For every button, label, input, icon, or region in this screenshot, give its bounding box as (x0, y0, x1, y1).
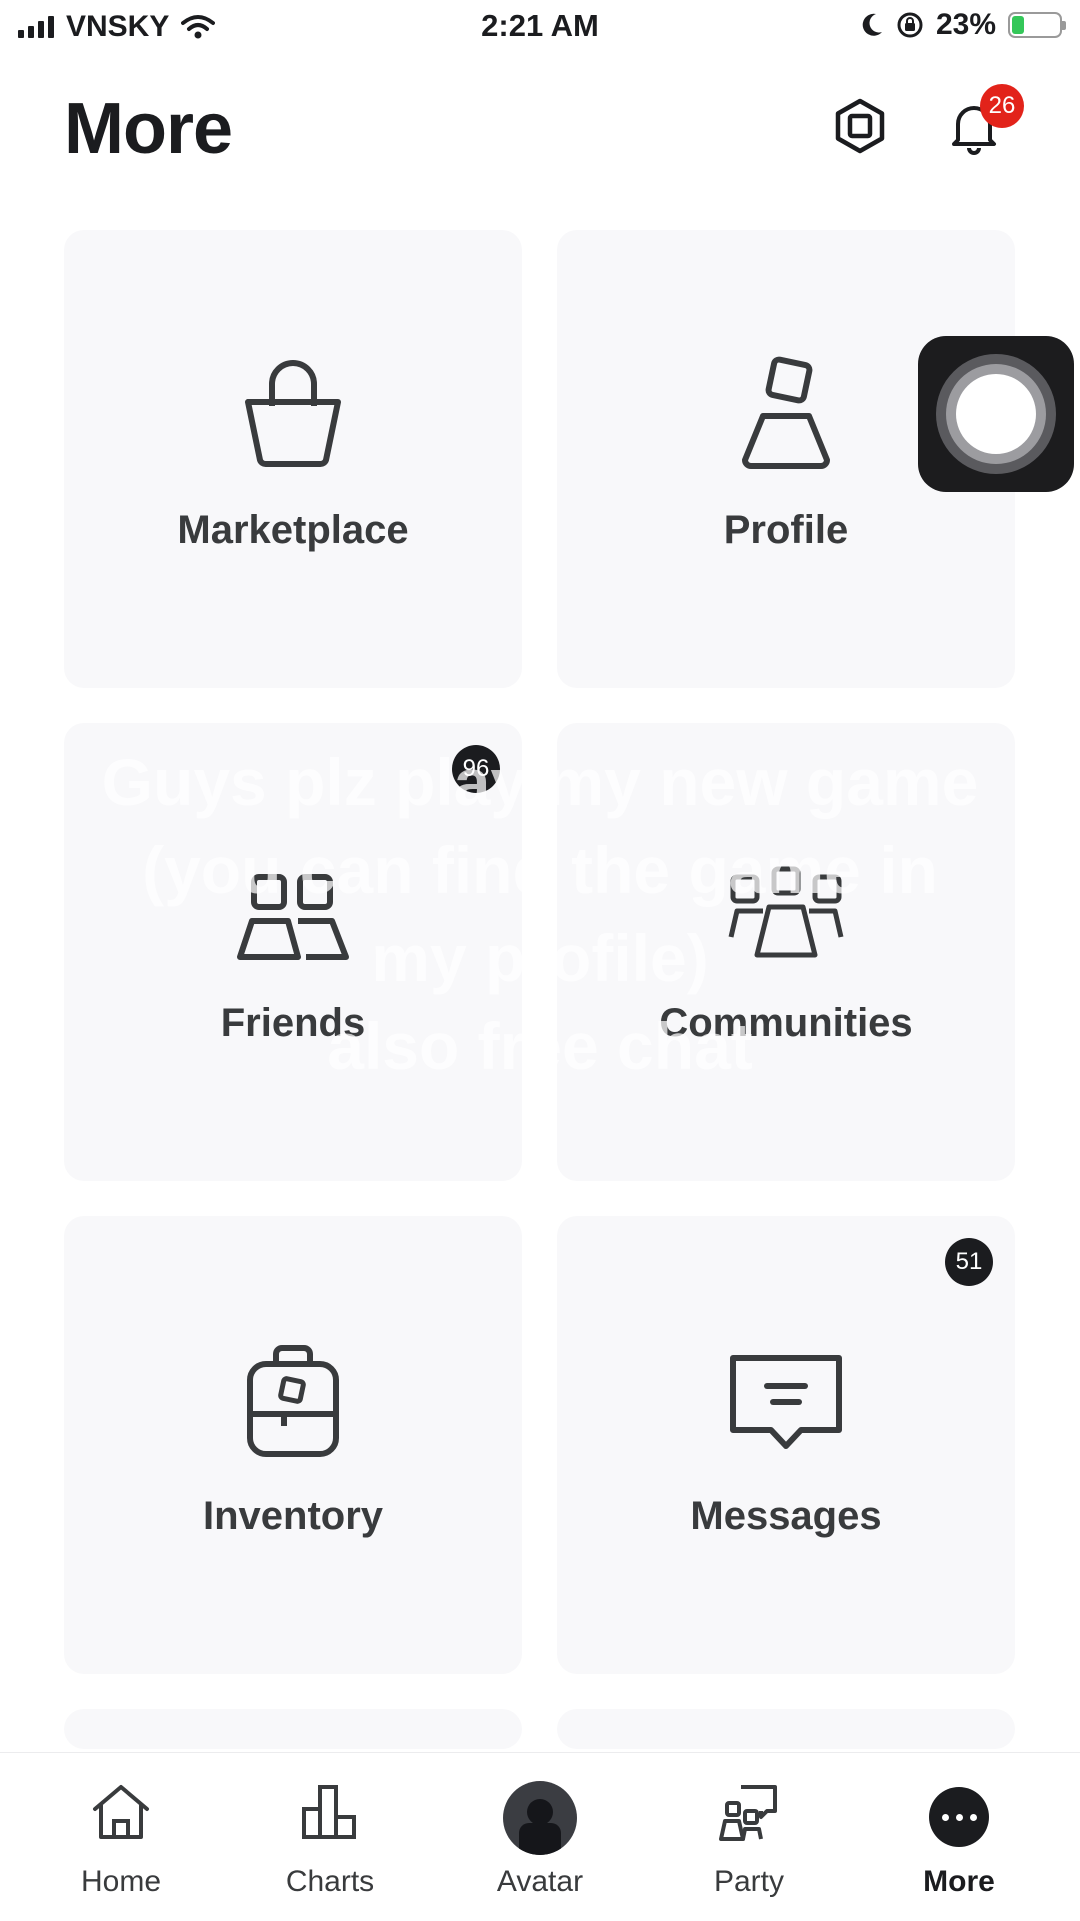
battery-icon (1008, 12, 1066, 38)
notification-badge: 26 (980, 84, 1024, 128)
nav-label: Charts (285, 1865, 375, 1898)
profile-icon (742, 356, 830, 469)
moon-icon (862, 13, 882, 36)
tile-label: Marketplace (177, 508, 409, 552)
nav-label: Party (713, 1865, 785, 1898)
backpack-icon (247, 1345, 339, 1457)
bottom-nav: Home Charts Avatar Party More (0, 1752, 1080, 1921)
message-icon (730, 1355, 842, 1449)
tile-label: Inventory (202, 1494, 384, 1538)
nav-label: Avatar (496, 1865, 584, 1898)
tile-marketplace[interactable]: Marketplace (64, 230, 522, 688)
caption-line: (you can find the game in (142, 833, 938, 907)
robux-icon[interactable] (830, 96, 890, 156)
page-title: More (64, 89, 233, 169)
home-icon (93, 1785, 149, 1839)
charts-icon (302, 1785, 356, 1839)
messages-badge: 51 (945, 1238, 993, 1286)
nav-avatar[interactable]: Avatar (432, 1753, 648, 1921)
caption-line: Guys plz play my new game (101, 745, 979, 819)
assistive-touch-button[interactable] (918, 336, 1074, 492)
nav-more[interactable]: More (851, 1753, 1067, 1921)
party-icon (719, 1785, 777, 1841)
more-icon (929, 1787, 989, 1847)
avatar-icon (503, 1781, 577, 1855)
nav-label: More (923, 1865, 995, 1898)
caption-line: also free chat (327, 1009, 753, 1083)
nav-home[interactable]: Home (13, 1753, 229, 1921)
rotation-lock-icon (897, 12, 923, 38)
status-right: 23% (860, 8, 1066, 42)
tile-label: Messages (690, 1494, 882, 1538)
nav-charts[interactable]: Charts (222, 1753, 438, 1921)
tile-partial[interactable] (557, 1709, 1015, 1749)
status-bar: VNSKY 2:21 AM 23% (0, 0, 1080, 60)
battery-percent: 23% (935, 8, 996, 41)
shopping-bag-icon (245, 360, 341, 467)
nav-label: Home (80, 1865, 162, 1898)
tile-inventory[interactable]: Inventory (64, 1216, 522, 1674)
tile-label: Profile (723, 508, 849, 552)
caption-line: my profile) (371, 921, 709, 995)
tile-messages[interactable]: Messages 51 (557, 1216, 1015, 1674)
nav-party[interactable]: Party (641, 1753, 857, 1921)
video-caption-overlay: Guys plz play my new game (you can find … (40, 738, 1040, 1090)
tile-partial[interactable] (64, 1709, 522, 1749)
